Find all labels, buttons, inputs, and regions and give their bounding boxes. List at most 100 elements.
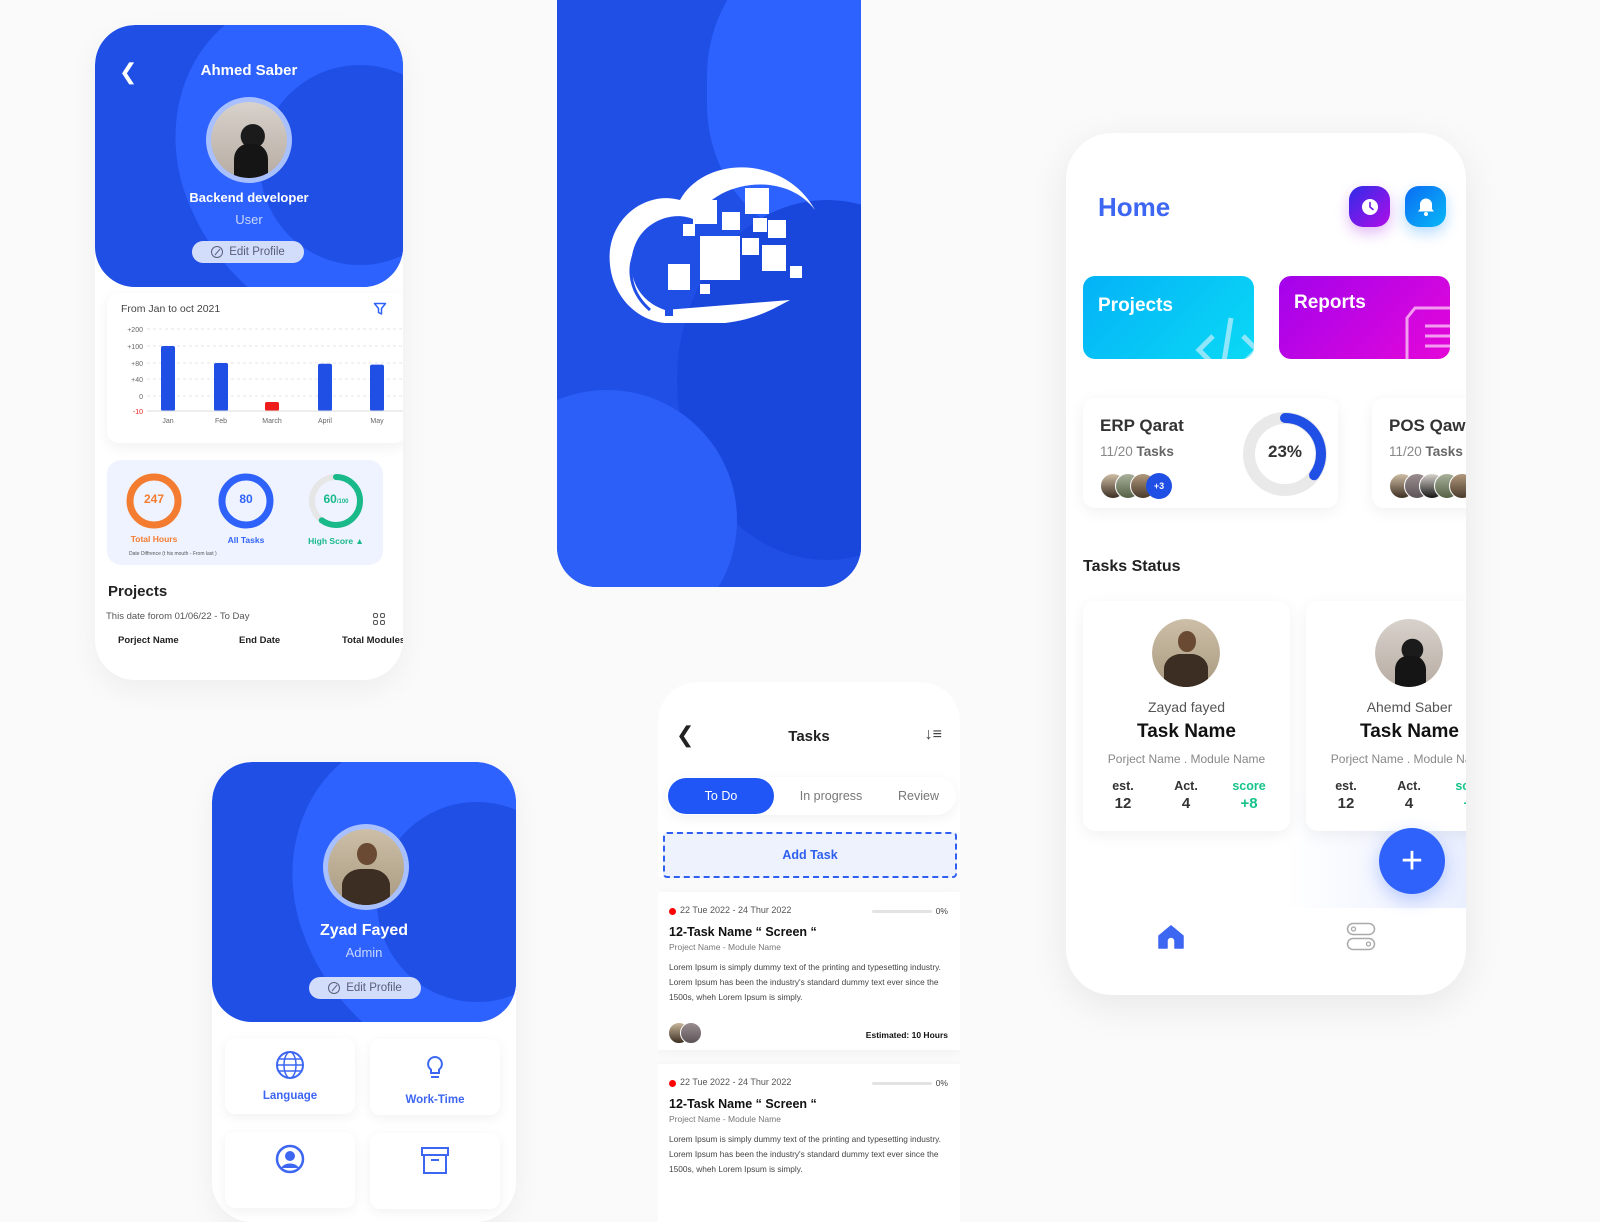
project-card[interactable]: POS Qawafel 11/20 Tasks [1372, 398, 1466, 508]
task-name: Task Name [1137, 721, 1236, 742]
bell-icon [1417, 198, 1434, 216]
avatar [206, 97, 292, 183]
shortcut-label: Projects [1098, 295, 1173, 316]
profile-role: Admin [345, 945, 383, 960]
all-tasks-value: 80 [239, 492, 253, 506]
task-date-range: 22 Tue 2022 - 24 Thur 2022 [680, 1077, 792, 1087]
bar-march[interactable] [265, 402, 279, 411]
bar-april[interactable] [318, 363, 332, 411]
y-tick-label: +40 [131, 377, 143, 384]
metric-actual: Act. 4 [1174, 779, 1198, 812]
edit-profile-button[interactable]: Edit Profile [309, 977, 421, 999]
x-tick-label: April [318, 418, 332, 425]
profile-subrole: User [235, 212, 263, 227]
extra-members-badge: +3 [1146, 473, 1172, 499]
task-members [668, 1022, 708, 1044]
project-members: +3 [1100, 473, 1220, 499]
add-task-button[interactable]: Add Task [663, 832, 957, 878]
date-difference-note: Date Diffrence (t his mouth - From last … [129, 551, 217, 557]
priority-dot [669, 908, 676, 915]
tab-review[interactable]: Review [881, 777, 956, 815]
history-button[interactable] [1349, 186, 1390, 227]
task-progress-bar [872, 910, 932, 913]
task-status-card[interactable]: Zayad fayed Task Name Porject Name . Mod… [1083, 601, 1290, 831]
y-tick-label: +80 [131, 361, 143, 368]
chart-title: From Jan to oct 2021 [121, 303, 221, 315]
projects-shortcut[interactable]: Projects [1083, 276, 1254, 359]
cloud-pixels-logo-icon [609, 167, 815, 323]
task-project: Porject Name . Module Name [1107, 752, 1266, 766]
column-header-project-name: Porject Name [118, 635, 179, 646]
project-card[interactable]: ERP Qarat 11/20 Tasks +3 23% [1083, 398, 1338, 508]
task-description: Lorem Ipsum is simply dummy text of the … [669, 962, 941, 1002]
home-nav-icon[interactable] [1157, 923, 1185, 951]
task-card[interactable]: 22 Tue 2022 - 24 Thur 2022 0% 12-Task Na… [658, 892, 960, 1050]
tile-work-time[interactable]: Work-Time [370, 1039, 500, 1115]
project-name: ERP Qarat [1100, 416, 1184, 435]
task-date-range: 22 Tue 2022 - 24 Thur 2022 [680, 905, 792, 915]
y-tick-label: +200 [127, 327, 143, 334]
home-screen: Home Projects Reports ERP Qarat 11/20 Ta… [1066, 133, 1466, 995]
avatar [680, 1022, 702, 1044]
bar-chart: +200 +100 +80 +40 0 -10 Jan Feb March April May [127, 327, 403, 425]
priority-dot [669, 1080, 676, 1087]
add-fab-button[interactable]: + [1379, 828, 1445, 894]
notifications-button[interactable] [1405, 186, 1446, 227]
task-progress-value: 0% [935, 906, 948, 916]
task-status-card[interactable]: Ahemd Saber Task Name Porject Name . Mod… [1306, 601, 1466, 831]
task-project: Porject Name . Module Name [1330, 752, 1466, 766]
document-icon [1405, 306, 1450, 359]
y-tick-label: -10 [133, 409, 143, 416]
tile-archive[interactable] [370, 1133, 500, 1209]
x-tick-label: Jan [162, 418, 173, 425]
reports-shortcut[interactable]: Reports [1279, 276, 1450, 359]
column-header-end-date: End Date [239, 635, 281, 646]
project-name: POS Qawafel [1389, 416, 1466, 435]
high-score-value: 60/100 [323, 492, 349, 506]
task-name: 12-Task Name “ Screen “ [669, 1097, 817, 1111]
task-name: 12-Task Name “ Screen “ [669, 925, 817, 939]
project-tasks-count: 11/20 Tasks [1100, 444, 1174, 459]
task-card[interactable]: 22 Tue 2022 - 24 Thur 2022 0% 12-Task Na… [658, 1064, 960, 1222]
avatar [1375, 619, 1443, 687]
task-progress-value: 0% [935, 1078, 948, 1088]
projects-title: Projects [108, 583, 168, 600]
grid-view-icon[interactable] [373, 613, 385, 625]
profile-role: Backend developer [189, 190, 309, 205]
edit-icon [211, 246, 224, 258]
edit-profile-button[interactable]: Edit Profile [192, 241, 304, 263]
tab-to-do[interactable]: To Do [668, 778, 774, 814]
task-progress-bar [872, 1082, 932, 1085]
task-description: Lorem Ipsum is simply dummy text of the … [669, 1134, 941, 1174]
x-tick-label: May [370, 418, 384, 425]
project-progress-value: 23% [1267, 442, 1303, 461]
filter-icon[interactable] [373, 302, 387, 316]
y-tick-label: +100 [127, 344, 143, 351]
metric-score: score+8 [1455, 779, 1466, 812]
profile-screen-admin: Zyad Fayed Admin Edit Profile Language W… [212, 762, 516, 1222]
metric-estimate: est. 12 [1112, 779, 1134, 812]
column-header-total-modules: Total Modules [342, 635, 403, 646]
profile-screen-user: ❮ Ahmed Saber Backend developer User Edi… [95, 25, 403, 680]
project-tasks-count: 11/20 Tasks [1389, 444, 1463, 459]
bar-feb[interactable] [214, 363, 228, 411]
bar-may[interactable] [370, 364, 384, 411]
shortcut-label: Reports [1294, 292, 1366, 313]
y-tick-label: 0 [139, 394, 143, 401]
metric-score: score+8 [1232, 779, 1266, 812]
bar-jan[interactable] [161, 346, 175, 411]
x-tick-label: March [262, 418, 282, 425]
tile-language[interactable]: Language [225, 1038, 355, 1114]
sort-icon[interactable]: ↓≡ [925, 726, 942, 744]
edit-icon [328, 982, 341, 994]
total-hours-value: 247 [143, 492, 165, 506]
profile-name: Ahmed Saber [200, 62, 298, 79]
x-tick-label: Feb [215, 418, 227, 425]
home-title: Home [1098, 192, 1171, 222]
tile-account[interactable] [225, 1132, 355, 1208]
avatar [1152, 619, 1220, 687]
settings-toggle-icon[interactable] [1346, 922, 1376, 952]
assignee-name: Zayad fayed [1147, 699, 1226, 715]
clock-icon [1361, 198, 1378, 215]
tab-in-progress[interactable]: In progress [781, 777, 881, 815]
